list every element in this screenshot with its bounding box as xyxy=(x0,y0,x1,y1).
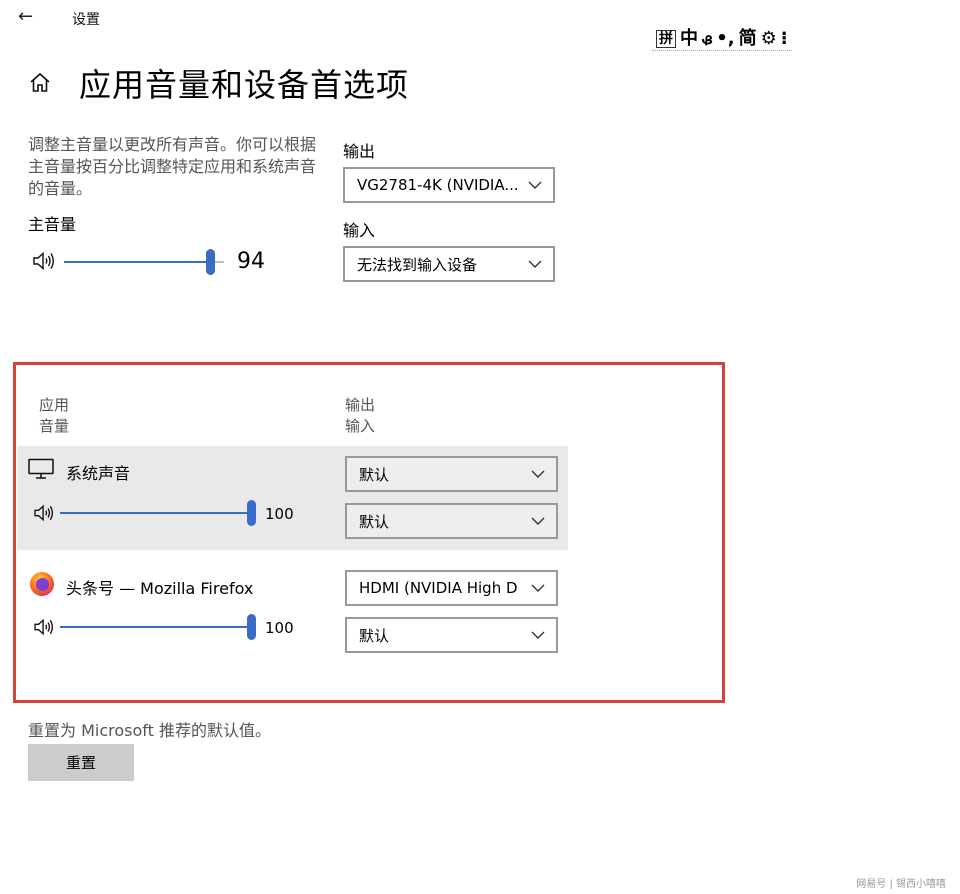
master-description: 调整主音量以更改所有声音。你可以根据主音量按百分比调整特定应用和系统声音的音量。 xyxy=(28,135,317,198)
ime-toolbar: 拼 中 ᏸ •, 简 ⚙ ⁝ xyxy=(652,27,792,51)
chevron-down-icon xyxy=(520,458,556,490)
slider-fill xyxy=(64,261,211,263)
firefox-output-value: HDMI (NVIDIA High D xyxy=(359,579,518,597)
column-header-io: 输出 输入 xyxy=(345,395,375,437)
system-sounds-output-dropdown[interactable]: 默认 xyxy=(345,456,558,492)
output-device-value: VG2781-4K (NVIDIA... xyxy=(357,176,517,194)
firefox-volume-value: 100 xyxy=(265,619,294,637)
chevron-down-icon xyxy=(517,169,553,201)
reset-button[interactable]: 重置 xyxy=(28,744,134,781)
firefox-output-dropdown[interactable]: HDMI (NVIDIA High D xyxy=(345,570,558,606)
firefox-input-dropdown[interactable]: 默认 xyxy=(345,617,558,653)
page-title: 应用音量和设备首选项 xyxy=(79,66,410,104)
input-device-value: 无法找到输入设备 xyxy=(357,255,478,274)
monitor-icon xyxy=(28,458,54,480)
input-label: 输入 xyxy=(343,221,376,240)
app-name-firefox: 头条号 — Mozilla Firefox xyxy=(66,579,254,598)
system-sounds-volume-value: 100 xyxy=(265,505,294,523)
ime-simplified-icon[interactable]: 简 xyxy=(739,28,757,50)
slider-fill xyxy=(60,512,252,514)
chevron-down-icon xyxy=(520,505,556,537)
chevron-down-icon xyxy=(520,572,556,604)
watermark: 网易号 | 锡西小嘻嘻 xyxy=(856,879,946,890)
speaker-icon[interactable] xyxy=(32,251,56,271)
system-sounds-input-dropdown[interactable]: 默认 xyxy=(345,503,558,539)
master-volume-label: 主音量 xyxy=(28,215,77,234)
slider-thumb[interactable] xyxy=(247,614,256,640)
home-icon[interactable] xyxy=(28,71,52,95)
ime-settings-icon[interactable]: ⚙ xyxy=(761,28,777,50)
slider-thumb[interactable] xyxy=(205,249,215,275)
speaker-icon[interactable] xyxy=(33,618,55,636)
column-header-volume-line2: 音量 xyxy=(39,417,70,435)
system-sounds-volume-slider[interactable] xyxy=(60,500,256,526)
column-header-output-line1: 输出 xyxy=(345,396,376,414)
ime-pinyin-icon[interactable]: 拼 xyxy=(656,29,676,48)
column-header-input-line2: 输入 xyxy=(345,417,376,435)
chevron-down-icon xyxy=(517,248,553,280)
speaker-icon[interactable] xyxy=(33,504,55,522)
firefox-volume-slider[interactable] xyxy=(60,614,256,640)
window-title: 设置 xyxy=(72,12,100,28)
back-button[interactable]: ← xyxy=(18,6,40,28)
column-header-app: 应用 音量 xyxy=(39,395,69,437)
ime-halfwidth-icon[interactable]: ᏸ xyxy=(702,28,712,50)
slider-fill xyxy=(60,626,252,628)
system-sounds-input-value: 默认 xyxy=(359,512,390,531)
output-label: 输出 xyxy=(343,142,376,161)
app-name-system-sounds: 系统声音 xyxy=(66,464,131,483)
master-volume-value: 94 xyxy=(237,249,265,274)
firefox-icon xyxy=(28,569,56,597)
system-sounds-output-value: 默认 xyxy=(359,465,390,484)
ime-punctuation-icon[interactable]: •, xyxy=(716,28,734,50)
chevron-down-icon xyxy=(520,619,556,651)
firefox-input-value: 默认 xyxy=(359,626,390,645)
master-volume-slider[interactable] xyxy=(64,249,224,275)
output-device-dropdown[interactable]: VG2781-4K (NVIDIA... xyxy=(343,167,555,203)
input-device-dropdown[interactable]: 无法找到输入设备 xyxy=(343,246,555,282)
ime-more-icon[interactable]: ⁝ xyxy=(781,28,788,50)
reset-description: 重置为 Microsoft 推荐的默认值。 xyxy=(28,721,271,740)
column-header-app-line1: 应用 xyxy=(39,396,70,414)
ime-chinese-mode-icon[interactable]: 中 xyxy=(680,28,698,50)
slider-thumb[interactable] xyxy=(247,500,256,526)
